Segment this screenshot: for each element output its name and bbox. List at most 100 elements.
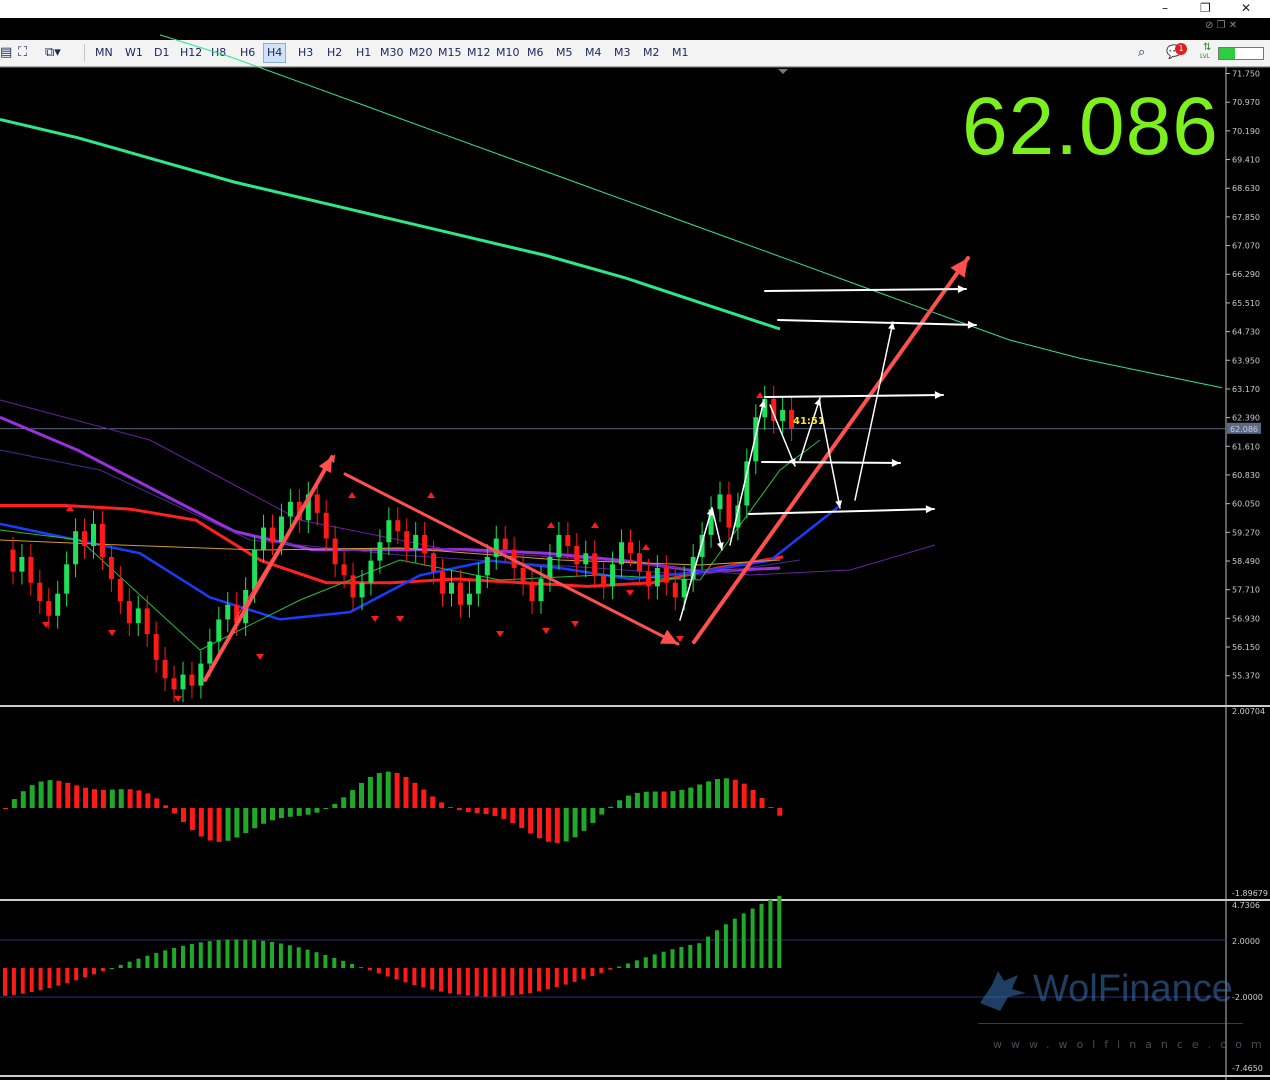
oscillator2-bar <box>474 968 479 997</box>
oscillator2-bar <box>350 963 355 968</box>
oscillator2-bar <box>367 968 372 971</box>
ma-thin-indigo <box>0 449 801 576</box>
oscillator2-bar <box>537 968 541 992</box>
oscillator1-bar <box>65 782 71 808</box>
ma-line-ma_blue <box>0 504 841 621</box>
oscillator1-bar <box>688 787 694 808</box>
oscillator2-bar <box>198 942 203 968</box>
oscillator1-bar <box>643 791 649 808</box>
oscillator1-bar <box>634 792 640 808</box>
y-tick-label: 68.630 <box>1232 184 1260 193</box>
oscillator1-bar <box>732 779 738 808</box>
oscillator2-bar <box>278 943 283 968</box>
candle-body <box>171 678 177 690</box>
y-tick-label: 70.970 <box>1232 98 1260 107</box>
oscillator1-bar <box>118 789 124 808</box>
oscillator2-bar <box>100 968 105 972</box>
candle-body <box>377 542 383 561</box>
panel-separators <box>0 66 1270 1080</box>
y-tick-label: 62.390 <box>1232 414 1260 423</box>
bar-timer: 41:51 <box>793 416 825 427</box>
wolf-logo-icon <box>980 971 1026 1011</box>
oscillator2-bar <box>465 968 470 996</box>
candle-body <box>726 494 732 528</box>
candle-body <box>645 571 651 587</box>
oscillator1-bar <box>439 802 445 808</box>
watermark-divider <box>978 1023 1243 1024</box>
candle-body <box>636 553 642 572</box>
oscillator1-bar <box>359 782 364 808</box>
oscillator2-bar <box>83 968 88 978</box>
oscillator2-bar <box>439 968 444 992</box>
oscillator2-bar <box>768 899 773 968</box>
fractal-down-marker <box>108 630 116 636</box>
oscillator1-bar <box>679 789 685 808</box>
oscillator1-bar <box>341 797 347 808</box>
candle-body <box>270 527 275 543</box>
oscillator1-bar <box>465 808 471 812</box>
oscillator2-bar <box>359 967 363 969</box>
y-tick-label: 57.710 <box>1232 586 1260 595</box>
oscillator2-bar <box>20 968 25 994</box>
candle-body <box>386 520 392 543</box>
oscillator1-bar <box>741 783 747 808</box>
oscillator2-bar <box>581 968 586 979</box>
candle-body <box>332 538 338 565</box>
candle-body <box>681 579 687 598</box>
oscillator2-bar <box>510 968 515 996</box>
oscillator1-bar <box>670 791 676 808</box>
candle-body <box>547 556 553 580</box>
oscillator2-bar <box>412 968 417 985</box>
candle-body <box>82 531 88 546</box>
fractal-up-marker <box>547 522 555 528</box>
oscillator1-bar <box>661 791 667 808</box>
oscillator2-bar <box>563 968 568 985</box>
oscillator1-bar <box>768 806 774 808</box>
oscillator2-bar <box>670 949 675 968</box>
candle-body <box>180 674 186 690</box>
fractal-down-marker <box>396 616 404 622</box>
candle-body <box>162 659 168 679</box>
candle-body <box>99 523 105 557</box>
candle-body <box>431 553 437 572</box>
fractal-down-marker <box>496 631 504 637</box>
oscillator1-bar <box>448 806 453 808</box>
oscillator1-bar <box>367 776 373 808</box>
white-path-arrow-3 <box>729 399 765 546</box>
oscillator1-bar <box>11 799 17 808</box>
oscillator2-bar <box>715 930 719 968</box>
oscillator2-bar <box>723 924 728 968</box>
oscillator1-bar <box>501 808 507 819</box>
white-level-arrow-3 <box>764 394 944 398</box>
candle-body <box>583 553 589 565</box>
oscillator1-bar <box>127 789 133 808</box>
oscillator2-bar <box>296 947 301 968</box>
candle-body <box>28 556 34 583</box>
oscillator2-bar <box>145 955 150 968</box>
oscillator1-bar <box>207 808 213 841</box>
oscillator1-bar <box>323 808 329 810</box>
oscillator1-bar <box>572 808 578 838</box>
candle-body <box>457 582 463 605</box>
oscillator1-bar <box>47 780 53 808</box>
oscillator2-bar <box>163 950 168 968</box>
candle-body <box>117 579 123 602</box>
y-tick-label: 71.750 <box>1232 70 1260 79</box>
oscillator2-bar <box>305 949 310 968</box>
oscillator1-bar <box>430 796 436 808</box>
oscillator1-bar <box>483 808 489 815</box>
fractal-down-marker <box>676 636 684 642</box>
oscillator1-bar <box>136 790 142 808</box>
candle-body <box>440 571 446 594</box>
oscillator1-bar <box>519 808 525 829</box>
oscillator1-bar <box>189 808 195 831</box>
oscillator2-bar <box>608 968 613 970</box>
oscillator2-bar <box>688 944 693 968</box>
fractal-down-marker <box>174 696 182 702</box>
candle-body <box>538 579 544 602</box>
candle-body <box>46 601 52 616</box>
fractal-up-marker <box>348 492 356 498</box>
y-tick-label: 67.850 <box>1232 213 1260 222</box>
oscillator2-bar <box>207 941 212 968</box>
oscillator2-bar <box>385 968 390 977</box>
